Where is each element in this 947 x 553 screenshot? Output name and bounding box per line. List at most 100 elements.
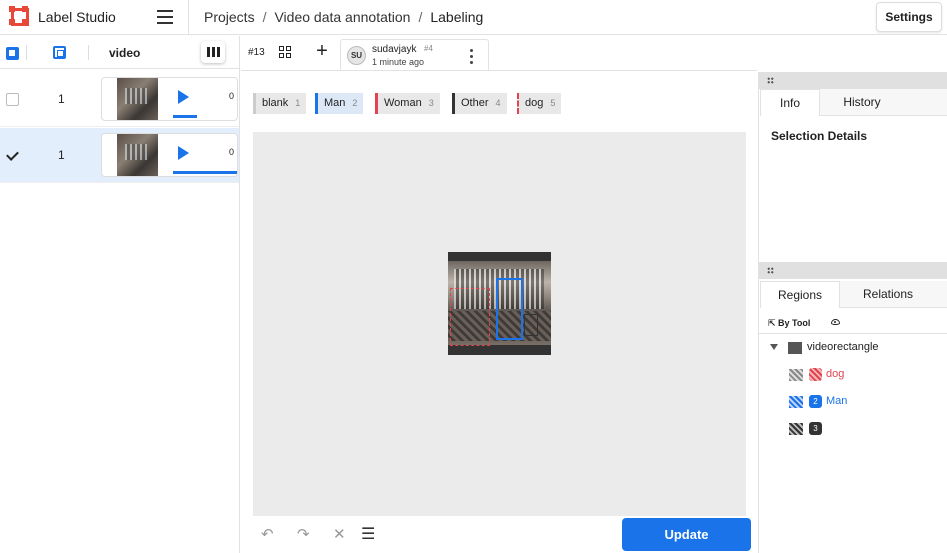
breadcrumb-project[interactable]: Video data annotation xyxy=(274,9,410,25)
label-name: Other xyxy=(461,97,489,109)
label-hotkey: 1 xyxy=(295,98,301,108)
grip-icon xyxy=(767,267,774,274)
region-rect-dog[interactable] xyxy=(450,288,490,346)
add-annotation-button[interactable]: + xyxy=(313,41,331,62)
label-other[interactable]: Other 4 xyxy=(452,93,507,114)
id-column-icon[interactable] xyxy=(53,46,66,59)
tab-relations[interactable]: Relations xyxy=(840,281,936,308)
breadcrumb-separator: / xyxy=(262,9,267,25)
select-all-checkbox[interactable] xyxy=(6,47,19,60)
update-button[interactable]: Update xyxy=(622,518,751,551)
panel-drag-handle[interactable] xyxy=(759,72,947,89)
labeling-area: #13 + SU sudavjayk #4 1 minute ago blank… xyxy=(241,36,757,553)
panel-drag-handle[interactable] xyxy=(759,262,947,279)
region-item[interactable]: dog xyxy=(759,365,947,385)
region-label: dog xyxy=(826,368,845,380)
eye-icon[interactable] xyxy=(831,319,840,325)
video-time: 0 xyxy=(229,147,235,157)
tab-spacer xyxy=(936,281,947,308)
divider xyxy=(188,0,189,35)
task-row-selected[interactable]: 1 0 xyxy=(0,128,239,183)
breadcrumb: Projects / Video data annotation / Labeling xyxy=(204,9,483,25)
video-time: 0 xyxy=(229,91,235,101)
tasks-panel: video 1 0 1 0 xyxy=(0,36,240,553)
row-checkbox[interactable] xyxy=(6,93,19,106)
more-vertical-icon[interactable] xyxy=(470,48,474,64)
region-rect-other[interactable] xyxy=(524,314,538,336)
label-hotkey: 5 xyxy=(550,98,556,108)
region-badge: 3 xyxy=(809,422,822,435)
tab-spacer xyxy=(904,89,947,116)
tab-history[interactable]: History xyxy=(820,89,904,116)
label-woman[interactable]: Woman 3 xyxy=(375,93,440,114)
column-header-video[interactable]: video xyxy=(109,46,140,60)
breadcrumb-projects[interactable]: Projects xyxy=(204,9,255,25)
regions-tabs: Regions Relations xyxy=(759,281,947,308)
close-icon[interactable]: ✕ xyxy=(333,527,346,542)
label-man[interactable]: Man 2 xyxy=(315,93,364,114)
label-name: dog xyxy=(525,97,544,109)
settings-button[interactable]: Settings xyxy=(876,2,942,32)
columns-toggle-button[interactable] xyxy=(201,41,225,63)
region-icon xyxy=(789,369,803,381)
tab-info[interactable]: Info xyxy=(760,89,820,116)
label-name: Man xyxy=(324,97,346,109)
divider xyxy=(26,45,27,60)
task-row[interactable]: 1 0 xyxy=(0,72,239,127)
region-rect-man[interactable] xyxy=(496,278,523,340)
tool-name: videorectangle xyxy=(807,341,879,353)
tasks-table-header: video xyxy=(0,36,240,69)
caret-down-icon[interactable] xyxy=(770,344,778,350)
region-badge xyxy=(809,368,822,381)
label-name: blank xyxy=(262,97,289,109)
group-by-tool-button[interactable]: ⇱ By Tool xyxy=(768,318,810,329)
tab-regions[interactable]: Regions xyxy=(760,281,840,308)
video-frame[interactable] xyxy=(448,252,551,355)
play-icon[interactable] xyxy=(178,146,189,160)
label-blank[interactable]: blank 1 xyxy=(253,93,307,114)
breadcrumb-separator: / xyxy=(418,9,423,25)
region-badge: 2 xyxy=(809,395,822,408)
top-bar: Label Studio Projects / Video data annotat… xyxy=(0,0,947,35)
annotation-tabs: #13 + SU sudavjayk #4 1 minute ago xyxy=(241,36,757,71)
undo-icon[interactable]: ↶ xyxy=(261,527,274,542)
group-by-label: By Tool xyxy=(778,318,811,328)
video-thumbnail xyxy=(117,78,158,120)
grid-view-icon[interactable] xyxy=(279,46,292,59)
label-hotkey: 4 xyxy=(495,98,501,108)
grip-icon xyxy=(767,77,774,84)
annotation-tab[interactable]: SU sudavjayk #4 1 minute ago xyxy=(340,39,489,71)
row-checkbox-checked[interactable] xyxy=(6,149,19,162)
outliner-toolbar: ⇱ By Tool xyxy=(759,312,947,334)
task-id: 1 xyxy=(58,148,65,162)
redo-icon[interactable]: ↷ xyxy=(297,527,310,542)
sliders-icon[interactable]: ☰ xyxy=(361,527,375,543)
cursor-icon: ⇱ xyxy=(768,318,779,328)
play-icon[interactable] xyxy=(178,90,189,104)
video-rectangle-icon xyxy=(788,342,802,354)
video-progress-bar[interactable] xyxy=(173,115,197,118)
label-hotkey: 3 xyxy=(428,98,434,108)
region-group-row[interactable]: videorectangle xyxy=(759,338,947,358)
region-icon xyxy=(789,423,803,435)
bottom-toolbar: ↶ ↷ ✕ ☰ Update xyxy=(241,516,757,553)
hamburger-menu-icon[interactable] xyxy=(157,10,173,24)
label-name: Woman xyxy=(384,97,422,109)
video-progress-bar[interactable] xyxy=(173,171,237,174)
label-dog[interactable]: dog 5 xyxy=(517,93,562,114)
region-icon xyxy=(789,396,803,408)
breadcrumb-current: Labeling xyxy=(430,9,484,25)
region-item[interactable]: 2 Man xyxy=(759,392,947,412)
app-title: Label Studio xyxy=(38,9,116,25)
annotation-id: #4 xyxy=(424,44,433,53)
video-preview[interactable]: 0 xyxy=(101,133,238,177)
region-item[interactable]: 3 xyxy=(759,419,947,439)
annotation-user: sudavjayk xyxy=(372,44,417,55)
video-canvas[interactable] xyxy=(253,132,746,516)
side-panel: Info History Selection Details Regions R… xyxy=(758,72,947,553)
video-preview[interactable]: 0 xyxy=(101,77,238,121)
task-number: #13 xyxy=(248,47,265,58)
divider xyxy=(241,70,757,71)
logo-icon xyxy=(9,6,29,26)
avatar: SU xyxy=(347,46,366,65)
